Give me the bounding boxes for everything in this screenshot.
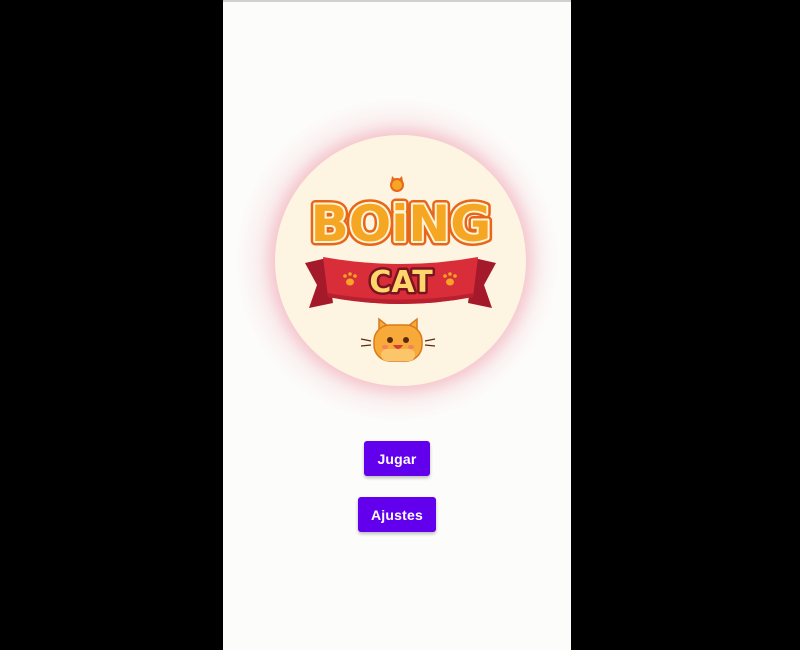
logo-title: BOiNG (311, 195, 492, 253)
cat-mascot-icon (360, 317, 436, 362)
settings-button[interactable]: Ajustes (358, 497, 436, 532)
status-bar-divider (223, 0, 571, 2)
game-logo: BOiNG BOiNG BOiNG CAT CAT (275, 135, 526, 386)
logo-subtitle: CAT (369, 265, 433, 300)
app-viewport: BOiNG BOiNG BOiNG CAT CAT Jugar Ajustes (0, 0, 800, 650)
cat-ear-dot-icon (390, 176, 404, 192)
game-logo-art: BOiNG BOiNG BOiNG CAT CAT (305, 176, 496, 362)
game-screen: BOiNG BOiNG BOiNG CAT CAT Jugar Ajustes (223, 0, 571, 650)
play-button[interactable]: Jugar (364, 441, 430, 476)
logo-title-group: BOiNG BOiNG BOiNG (306, 176, 496, 258)
